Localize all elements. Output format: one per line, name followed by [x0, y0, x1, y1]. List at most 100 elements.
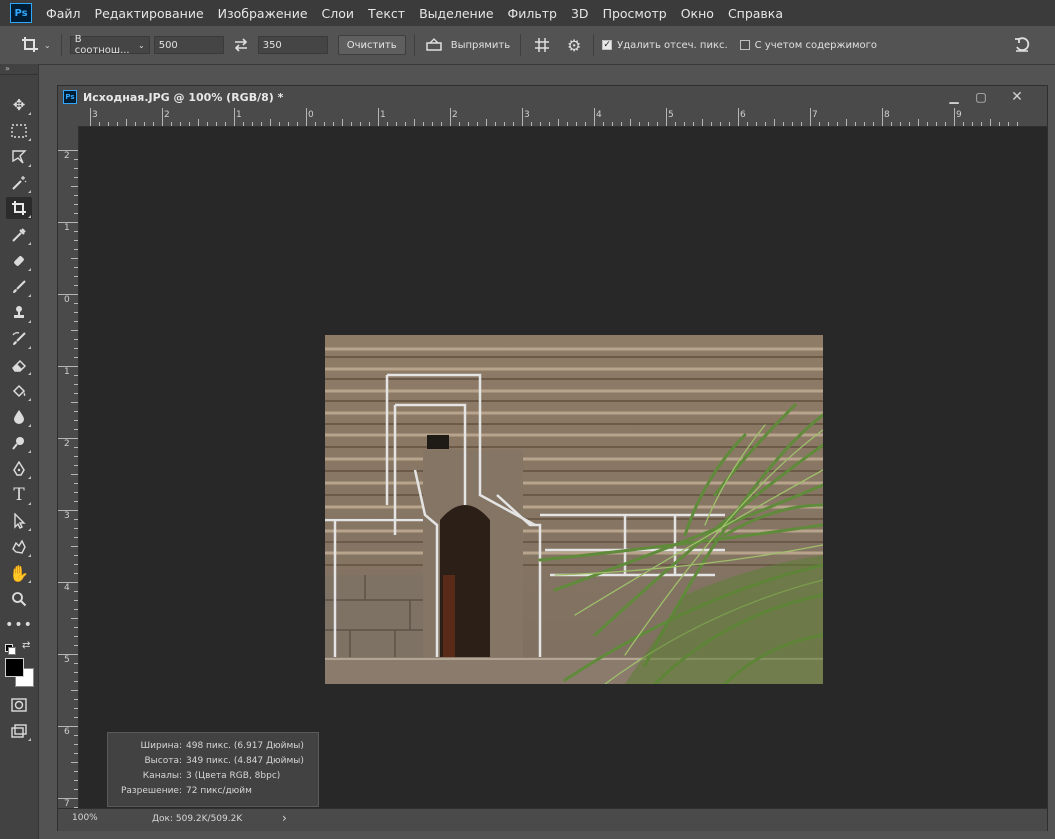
- ruler-tick: [74, 483, 78, 484]
- clone-stamp-tool-icon[interactable]: [6, 302, 32, 324]
- menu-view[interactable]: Просмотр: [603, 6, 667, 21]
- canvas-pasteboard[interactable]: [79, 127, 1047, 808]
- document-titlebar[interactable]: Ps Исходная.JPG @ 100% (RGB/8) * ▁ ▢ ✕: [58, 86, 1047, 108]
- menu-filter[interactable]: Фильтр: [508, 6, 557, 21]
- menu-help[interactable]: Справка: [728, 6, 783, 21]
- ruler-tick: [963, 122, 964, 126]
- straighten-icon[interactable]: [423, 38, 445, 52]
- ruler-tick: [71, 618, 78, 619]
- menu-image[interactable]: Изображение: [218, 6, 308, 21]
- crop-tool-icon[interactable]: [6, 197, 32, 219]
- ruler-label: 1: [64, 367, 70, 377]
- menu-edit[interactable]: Редактирование: [95, 6, 204, 21]
- collapse-panel-icon[interactable]: »: [0, 64, 38, 75]
- brush-tool-icon[interactable]: [6, 276, 32, 298]
- default-colors-icon[interactable]: [5, 644, 16, 655]
- menu-file[interactable]: Файл: [46, 6, 81, 21]
- document-size-info[interactable]: Док: 509.2K/509.2K: [152, 814, 242, 824]
- ruler-tick: [74, 717, 78, 718]
- ruler-tick: [74, 708, 78, 709]
- maximize-icon[interactable]: ▢: [968, 88, 994, 106]
- more-tools-icon[interactable]: •••: [5, 614, 32, 636]
- menu-type[interactable]: Текст: [368, 6, 405, 21]
- type-tool-icon[interactable]: T: [6, 484, 32, 506]
- crop-tool-preset-icon[interactable]: [18, 36, 42, 54]
- gear-icon[interactable]: ⚙: [563, 36, 585, 55]
- marquee-tool-icon[interactable]: [6, 120, 32, 142]
- ruler-tick: [74, 285, 78, 286]
- vertical-ruler[interactable]: 2 1 0 1 2 3 4 5 6 7: [58, 126, 79, 808]
- zoom-level-field[interactable]: 100%: [72, 813, 98, 823]
- status-menu-arrow-icon[interactable]: ›: [282, 811, 287, 825]
- minimize-icon[interactable]: ▁: [941, 88, 967, 106]
- paint-bucket-tool-icon[interactable]: [6, 380, 32, 402]
- swap-colors-icon[interactable]: ⇄: [22, 640, 30, 651]
- info-label: Высота:: [144, 756, 182, 766]
- separator: [60, 34, 62, 56]
- clear-button[interactable]: Очистить: [337, 35, 406, 55]
- ruler-tick: [981, 122, 982, 126]
- delete-cropped-label[interactable]: Удалить отсеч. пикс.: [617, 40, 728, 51]
- ruler-tick: [58, 726, 78, 727]
- ruler-tick: [117, 122, 118, 126]
- quick-mask-icon[interactable]: [6, 694, 32, 716]
- eyedropper-tool-icon[interactable]: [6, 224, 32, 246]
- menu-window[interactable]: Окно: [681, 6, 714, 21]
- ruler-tick: [58, 798, 78, 799]
- ruler-tick: [864, 122, 865, 126]
- ruler-tick: [369, 122, 370, 126]
- ruler-tick: [351, 122, 352, 126]
- ruler-tick: [702, 119, 703, 126]
- path-selection-tool-icon[interactable]: [6, 510, 32, 532]
- close-icon[interactable]: ✕: [1004, 88, 1030, 106]
- menu-select[interactable]: Выделение: [419, 6, 493, 21]
- menu-3d[interactable]: 3D: [571, 6, 589, 21]
- screen-mode-icon[interactable]: [6, 720, 32, 742]
- straighten-label[interactable]: Выпрямить: [451, 40, 510, 51]
- swap-icon[interactable]: [228, 38, 254, 52]
- lasso-tool-icon[interactable]: [6, 146, 32, 168]
- hand-tool-icon[interactable]: ✋: [6, 562, 32, 584]
- reset-icon[interactable]: [1010, 37, 1034, 53]
- ruler-tick: [630, 119, 631, 126]
- ruler-tick: [945, 122, 946, 126]
- content-aware-checkbox[interactable]: [739, 40, 750, 50]
- delete-cropped-checkbox[interactable]: ✓: [602, 40, 613, 50]
- document-info-popup: Ширина: 498 пикс. (6.917 Дюймы) Высота: …: [107, 732, 319, 807]
- document-image[interactable]: [325, 335, 823, 684]
- pen-tool-icon[interactable]: [6, 458, 32, 480]
- ruler-tick: [504, 122, 505, 126]
- horizontal-ruler[interactable]: 3 2 1 0 1 2 3 4 5 6 7 8 9: [78, 108, 1047, 127]
- foreground-color-swatch[interactable]: [5, 658, 24, 677]
- ruler-tick: [71, 186, 78, 187]
- photoshop-logo[interactable]: Ps: [10, 3, 32, 23]
- move-tool-icon[interactable]: ✥: [6, 94, 32, 116]
- chevron-down-icon[interactable]: ⌄: [44, 41, 51, 50]
- custom-shape-tool-icon[interactable]: [6, 536, 32, 558]
- ruler-tick: [74, 429, 78, 430]
- ruler-tick: [74, 303, 78, 304]
- ruler-tick: [71, 546, 78, 547]
- content-aware-label[interactable]: С учетом содержимого: [755, 40, 877, 51]
- ruler-tick: [810, 108, 811, 126]
- menu-layers[interactable]: Слои: [322, 6, 355, 21]
- ruler-corner[interactable]: [58, 108, 78, 126]
- magic-wand-tool-icon[interactable]: [6, 172, 32, 194]
- height-input[interactable]: 350: [257, 36, 328, 54]
- eraser-tool-icon[interactable]: [6, 354, 32, 376]
- history-brush-tool-icon[interactable]: [6, 328, 32, 350]
- healing-brush-tool-icon[interactable]: [6, 250, 32, 272]
- ratio-select[interactable]: В соотнош... ⌄: [69, 34, 150, 56]
- ruler-tick: [279, 122, 280, 126]
- ruler-label: 4: [596, 110, 602, 120]
- zoom-tool-icon[interactable]: [6, 588, 32, 610]
- grid-overlay-icon[interactable]: [531, 37, 553, 53]
- ruler-tick: [414, 119, 415, 126]
- ruler-tick: [74, 789, 78, 790]
- ruler-label: 9: [956, 110, 962, 120]
- ruler-tick: [396, 122, 397, 126]
- dodge-tool-icon[interactable]: [6, 432, 32, 454]
- blur-tool-icon[interactable]: [6, 406, 32, 428]
- ruler-tick: [74, 375, 78, 376]
- width-input[interactable]: 500: [153, 36, 224, 54]
